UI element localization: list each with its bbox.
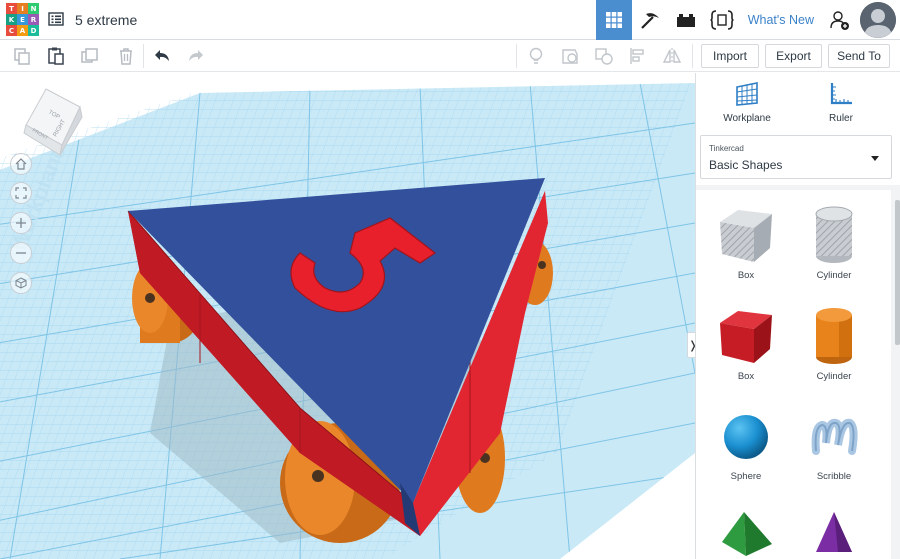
logo-letter: D	[28, 25, 39, 36]
logo-letter: E	[17, 14, 28, 25]
blocks-button[interactable]	[632, 0, 668, 40]
library-selected-value: Basic Shapes	[709, 158, 783, 172]
export-button[interactable]: Export	[765, 44, 822, 68]
right-panel: Workplane Ruler Tinkercad Basic Shapes B…	[695, 73, 900, 559]
shapes-grid: Box Cylinder Box Cylinder Sphere Scribbl…	[696, 190, 891, 559]
workplane-icon	[736, 82, 758, 106]
cylinder-icon	[816, 308, 852, 364]
design-title[interactable]: 5 extreme	[75, 12, 137, 28]
panel-tools: Workplane Ruler Tinkercad Basic Shapes	[696, 73, 900, 185]
shape-label: Box	[737, 371, 755, 382]
pickaxe-icon	[640, 13, 659, 29]
shape-box-hole[interactable]: Box	[696, 204, 796, 281]
fit-view-icon	[15, 187, 27, 199]
light-icon[interactable]	[526, 46, 546, 66]
scribble-icon	[811, 418, 858, 455]
logo-letter: N	[28, 3, 39, 14]
shape-library-select[interactable]: Tinkercad Basic Shapes	[700, 135, 892, 179]
logo-letter: C	[6, 25, 17, 36]
logo-letter: A	[17, 25, 28, 36]
whats-new-link[interactable]: What's New	[740, 0, 822, 40]
zoom-out-button[interactable]	[10, 242, 32, 264]
library-source-label: Tinkercad	[709, 144, 744, 153]
chevron-down-icon	[871, 156, 879, 161]
cone-icon	[816, 512, 852, 552]
shape-label: Cylinder	[816, 371, 852, 382]
delete-icon[interactable]	[116, 46, 136, 66]
toolbar-divider	[143, 44, 144, 68]
shape-label: Cylinder	[816, 270, 852, 281]
fit-view-button[interactable]	[10, 182, 32, 204]
invite-button[interactable]	[822, 0, 858, 40]
add-user-icon	[830, 11, 849, 30]
shape-cylinder[interactable]: Cylinder	[784, 305, 884, 382]
shape-roof[interactable]	[696, 508, 796, 559]
perspective-button[interactable]	[10, 272, 32, 294]
workplane-canvas[interactable]: Workplane TOP FRONT RIGHT	[0, 73, 695, 559]
mirror-icon[interactable]	[662, 46, 682, 66]
zoom-in-button[interactable]	[10, 212, 32, 234]
avatar[interactable]	[860, 2, 896, 38]
minus-icon	[16, 252, 26, 254]
home-view-button[interactable]	[10, 153, 32, 175]
toolbar-divider	[692, 44, 693, 68]
codeblocks-button[interactable]	[704, 0, 740, 40]
sphere-icon	[724, 415, 768, 459]
cylinder-hole-icon	[815, 206, 853, 263]
align-icon[interactable]	[628, 46, 648, 66]
logo-letter: K	[6, 14, 17, 25]
ruler-tool[interactable]: Ruler	[796, 81, 886, 124]
paste-icon[interactable]	[46, 46, 66, 66]
pyramid-icon	[722, 512, 772, 556]
duplicate-icon[interactable]	[80, 46, 100, 66]
plus-icon	[16, 218, 26, 228]
shape-box[interactable]: Box	[696, 305, 796, 382]
undo-icon[interactable]	[152, 46, 172, 66]
group-icon[interactable]	[594, 46, 614, 66]
shape-label: Sphere	[730, 471, 762, 482]
scrollbar-thumb[interactable]	[895, 200, 900, 345]
designs-list-icon[interactable]	[48, 11, 64, 27]
toolbar-divider	[516, 44, 517, 68]
note-icon[interactable]	[560, 46, 580, 66]
codeblocks-icon	[710, 10, 734, 30]
edit-toolbar: Import Export Send To	[0, 40, 900, 72]
ruler-tool-label: Ruler	[829, 113, 853, 124]
bricks-button[interactable]	[668, 0, 704, 40]
top-bar: TINKERCAD 5 extreme What's New	[0, 0, 900, 40]
shape-sphere[interactable]: Sphere	[696, 407, 796, 482]
shapes-scrollbar[interactable]	[894, 190, 900, 559]
workplane-tool-label: Workplane	[723, 113, 771, 124]
import-button[interactable]: Import	[701, 44, 759, 68]
3d-view-icon	[605, 12, 622, 28]
shape-cone[interactable]	[784, 508, 884, 559]
ruler-icon	[830, 83, 852, 105]
3d-view-button[interactable]	[595, 0, 632, 40]
box-icon	[720, 311, 772, 363]
scene-3d[interactable]: Workplane TOP FRONT RIGHT	[0, 73, 695, 559]
tinkercad-logo[interactable]: TINKERCAD	[6, 3, 40, 37]
box-hole-icon	[720, 210, 772, 262]
redo-icon[interactable]	[186, 46, 206, 66]
workplane-tool[interactable]: Workplane	[702, 81, 792, 124]
shape-cylinder-hole[interactable]: Cylinder	[784, 204, 884, 281]
avatar-icon	[860, 2, 896, 38]
logo-letter: I	[17, 3, 28, 14]
shape-label: Scribble	[816, 471, 852, 482]
cube-icon	[15, 277, 27, 289]
shape-label: Box	[737, 270, 755, 281]
shape-scribble[interactable]: Scribble	[784, 407, 884, 482]
logo-letter: T	[6, 3, 17, 14]
home-icon	[15, 158, 27, 170]
logo-letter: R	[28, 14, 39, 25]
send-to-button[interactable]: Send To	[828, 44, 890, 68]
copy-icon[interactable]	[12, 46, 32, 66]
bricks-icon	[676, 14, 695, 27]
